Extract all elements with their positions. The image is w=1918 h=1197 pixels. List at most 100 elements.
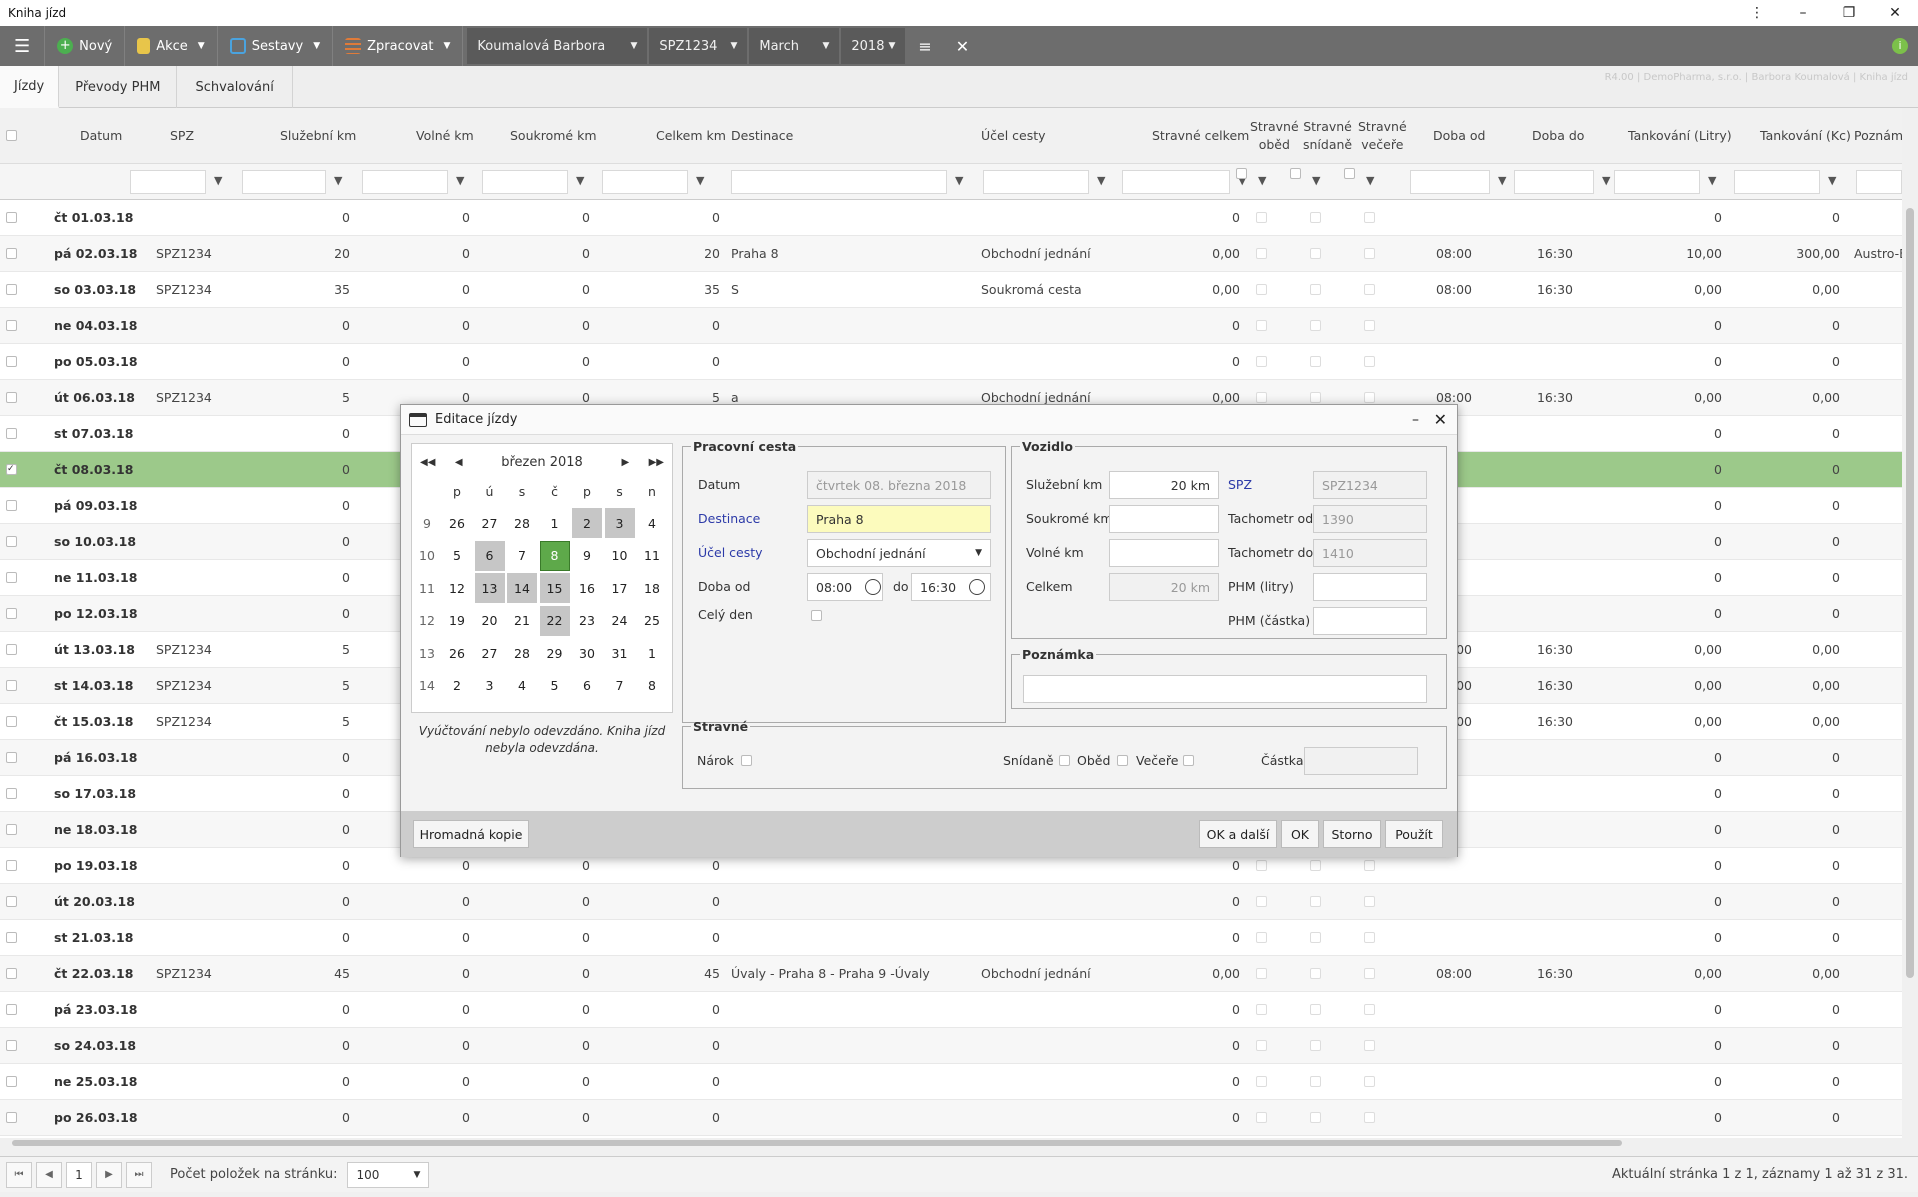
calendar-day[interactable]: 8: [539, 540, 570, 571]
tab-prevody-phm[interactable]: Převody PHM: [59, 66, 178, 108]
col-stravne-obed[interactable]: Stravné oběd: [1250, 108, 1299, 164]
col-soukrome[interactable]: Soukromé km: [510, 108, 597, 164]
meal-checkbox[interactable]: [1256, 248, 1267, 259]
meal-checkbox[interactable]: [1310, 932, 1321, 943]
column-filter-input[interactable]: [242, 170, 326, 194]
calendar-day[interactable]: 19: [442, 606, 472, 636]
calendar-day[interactable]: 22: [539, 605, 570, 636]
col-poznamka[interactable]: Poznám: [1854, 108, 1902, 164]
restore-icon[interactable]: ❐: [1826, 0, 1872, 26]
minimize-icon[interactable]: –: [1780, 0, 1826, 26]
meal-checkbox[interactable]: [1310, 248, 1321, 259]
last-page-button[interactable]: ⏭: [126, 1161, 152, 1188]
meal-checkbox[interactable]: [1364, 932, 1375, 943]
horizontal-scrollbar[interactable]: [0, 1138, 1902, 1148]
calendar-day[interactable]: 4: [637, 508, 667, 538]
table-row[interactable]: pá 23.03.18 0 0 0 0 0 0 0: [0, 992, 1902, 1028]
filter-funnel-icon[interactable]: ▼: [1097, 174, 1113, 190]
filter-funnel-icon[interactable]: ▼: [456, 174, 472, 190]
meal-checkbox[interactable]: [1310, 896, 1321, 907]
hromadna-kopie-button[interactable]: Hromadná kopie: [413, 820, 529, 848]
calendar-day[interactable]: 29: [540, 638, 570, 668]
filter-funnel-icon[interactable]: ▼: [214, 174, 230, 190]
meal-checkbox[interactable]: [1256, 320, 1267, 331]
meal-checkbox[interactable]: [1310, 968, 1321, 979]
current-page[interactable]: 1: [66, 1161, 92, 1188]
column-filter-input[interactable]: [362, 170, 448, 194]
calendar-day[interactable]: 1: [540, 508, 570, 538]
filter-funnel-icon[interactable]: ▼: [334, 174, 350, 190]
calendar-day[interactable]: 28: [507, 638, 537, 668]
snidane-checkbox[interactable]: [1059, 755, 1070, 766]
col-stravne-snidane[interactable]: Stravné snídaně: [1303, 108, 1352, 164]
table-row[interactable]: ne 25.03.18 0 0 0 0 0 0 0: [0, 1064, 1902, 1100]
pouzit-button[interactable]: Použít: [1385, 820, 1443, 848]
col-tank-kc[interactable]: Tankování (Kc): [1760, 108, 1851, 164]
cely-den-checkbox[interactable]: [811, 610, 822, 621]
table-row[interactable]: út 20.03.18 0 0 0 0 0 0 0: [0, 884, 1902, 920]
meal-checkbox[interactable]: [1256, 1004, 1267, 1015]
row-checkbox[interactable]: [6, 320, 17, 331]
calendar-day[interactable]: 27: [475, 508, 505, 538]
clock-icon[interactable]: [969, 579, 985, 595]
row-checkbox[interactable]: [6, 896, 17, 907]
row-checkbox[interactable]: [6, 680, 17, 691]
scroll-thumb[interactable]: [12, 1140, 1622, 1146]
filter-checkbox[interactable]: [1236, 168, 1247, 179]
filter-checkbox[interactable]: [1290, 168, 1301, 179]
meal-checkbox[interactable]: [1256, 284, 1267, 295]
table-row[interactable]: pá 02.03.18 SPZ1234 20 0 0 20 Praha 8 Obchodní …: [0, 236, 1902, 272]
column-filter-input[interactable]: [1856, 170, 1902, 194]
row-checkbox[interactable]: [6, 1112, 17, 1123]
column-filter-input[interactable]: [983, 170, 1089, 194]
close-window-icon[interactable]: ✕: [1872, 0, 1918, 26]
calendar-day[interactable]: 26: [442, 638, 472, 668]
ok-button[interactable]: OK: [1281, 820, 1319, 848]
table-row[interactable]: so 24.03.18 0 0 0 0 0 0 0: [0, 1028, 1902, 1064]
meal-checkbox[interactable]: [1256, 392, 1267, 403]
column-filter-input[interactable]: [482, 170, 568, 194]
akce-menu-button[interactable]: Akce ▼: [125, 26, 218, 66]
meal-checkbox[interactable]: [1310, 284, 1321, 295]
row-checkbox[interactable]: [6, 500, 17, 511]
select-all-checkbox[interactable]: [6, 130, 17, 141]
spz-label[interactable]: SPZ: [1228, 477, 1252, 492]
col-volne[interactable]: Volné km: [416, 108, 474, 164]
row-checkbox[interactable]: [6, 932, 17, 943]
table-row[interactable]: čt 01.03.18 0 0 0 0 0 0 0: [0, 200, 1902, 236]
column-filter-input[interactable]: [1614, 170, 1700, 194]
calendar-day[interactable]: 8: [637, 671, 667, 701]
datum-field[interactable]: čtvrtek 08. března 2018: [807, 471, 991, 499]
meal-checkbox[interactable]: [1256, 968, 1267, 979]
row-checkbox[interactable]: [6, 1004, 17, 1015]
filter-funnel-icon[interactable]: ▼: [1828, 174, 1844, 190]
meal-checkbox[interactable]: [1256, 860, 1267, 871]
destinace-input[interactable]: Praha 8: [807, 505, 991, 533]
hamburger-menu-button[interactable]: ☰: [0, 26, 46, 66]
vertical-scrollbar[interactable]: [1902, 108, 1918, 1144]
spz-select[interactable]: SPZ1234 ▼: [649, 28, 748, 64]
calendar-day[interactable]: 26: [442, 508, 472, 538]
calendar-day[interactable]: 5: [540, 671, 570, 701]
per-page-select[interactable]: 100 ▼: [347, 1161, 430, 1188]
table-row[interactable]: so 03.03.18 SPZ1234 35 0 0 35 S Soukromá cesta 0…: [0, 272, 1902, 308]
row-checkbox[interactable]: [6, 284, 17, 295]
row-checkbox[interactable]: [6, 212, 17, 223]
calendar-day[interactable]: 30: [572, 638, 602, 668]
calendar-day[interactable]: 16: [572, 573, 602, 603]
calendar-day[interactable]: 9: [572, 541, 602, 571]
filter-funnel-icon[interactable]: ▼: [1498, 174, 1514, 190]
meal-checkbox[interactable]: [1310, 1040, 1321, 1051]
calendar-day[interactable]: 1: [637, 638, 667, 668]
row-checkbox[interactable]: [6, 356, 17, 367]
tab-jizdy[interactable]: Jízdy: [0, 66, 60, 108]
row-checkbox[interactable]: [6, 968, 17, 979]
meal-checkbox[interactable]: [1310, 1076, 1321, 1087]
filter-funnel-icon[interactable]: ▼: [1312, 174, 1328, 190]
calendar-day[interactable]: 31: [605, 638, 635, 668]
meal-checkbox[interactable]: [1256, 1112, 1267, 1123]
calendar-day[interactable]: 27: [475, 638, 505, 668]
meal-checkbox[interactable]: [1256, 1040, 1267, 1051]
prev-page-button[interactable]: ◀: [36, 1161, 62, 1188]
meal-checkbox[interactable]: [1256, 932, 1267, 943]
